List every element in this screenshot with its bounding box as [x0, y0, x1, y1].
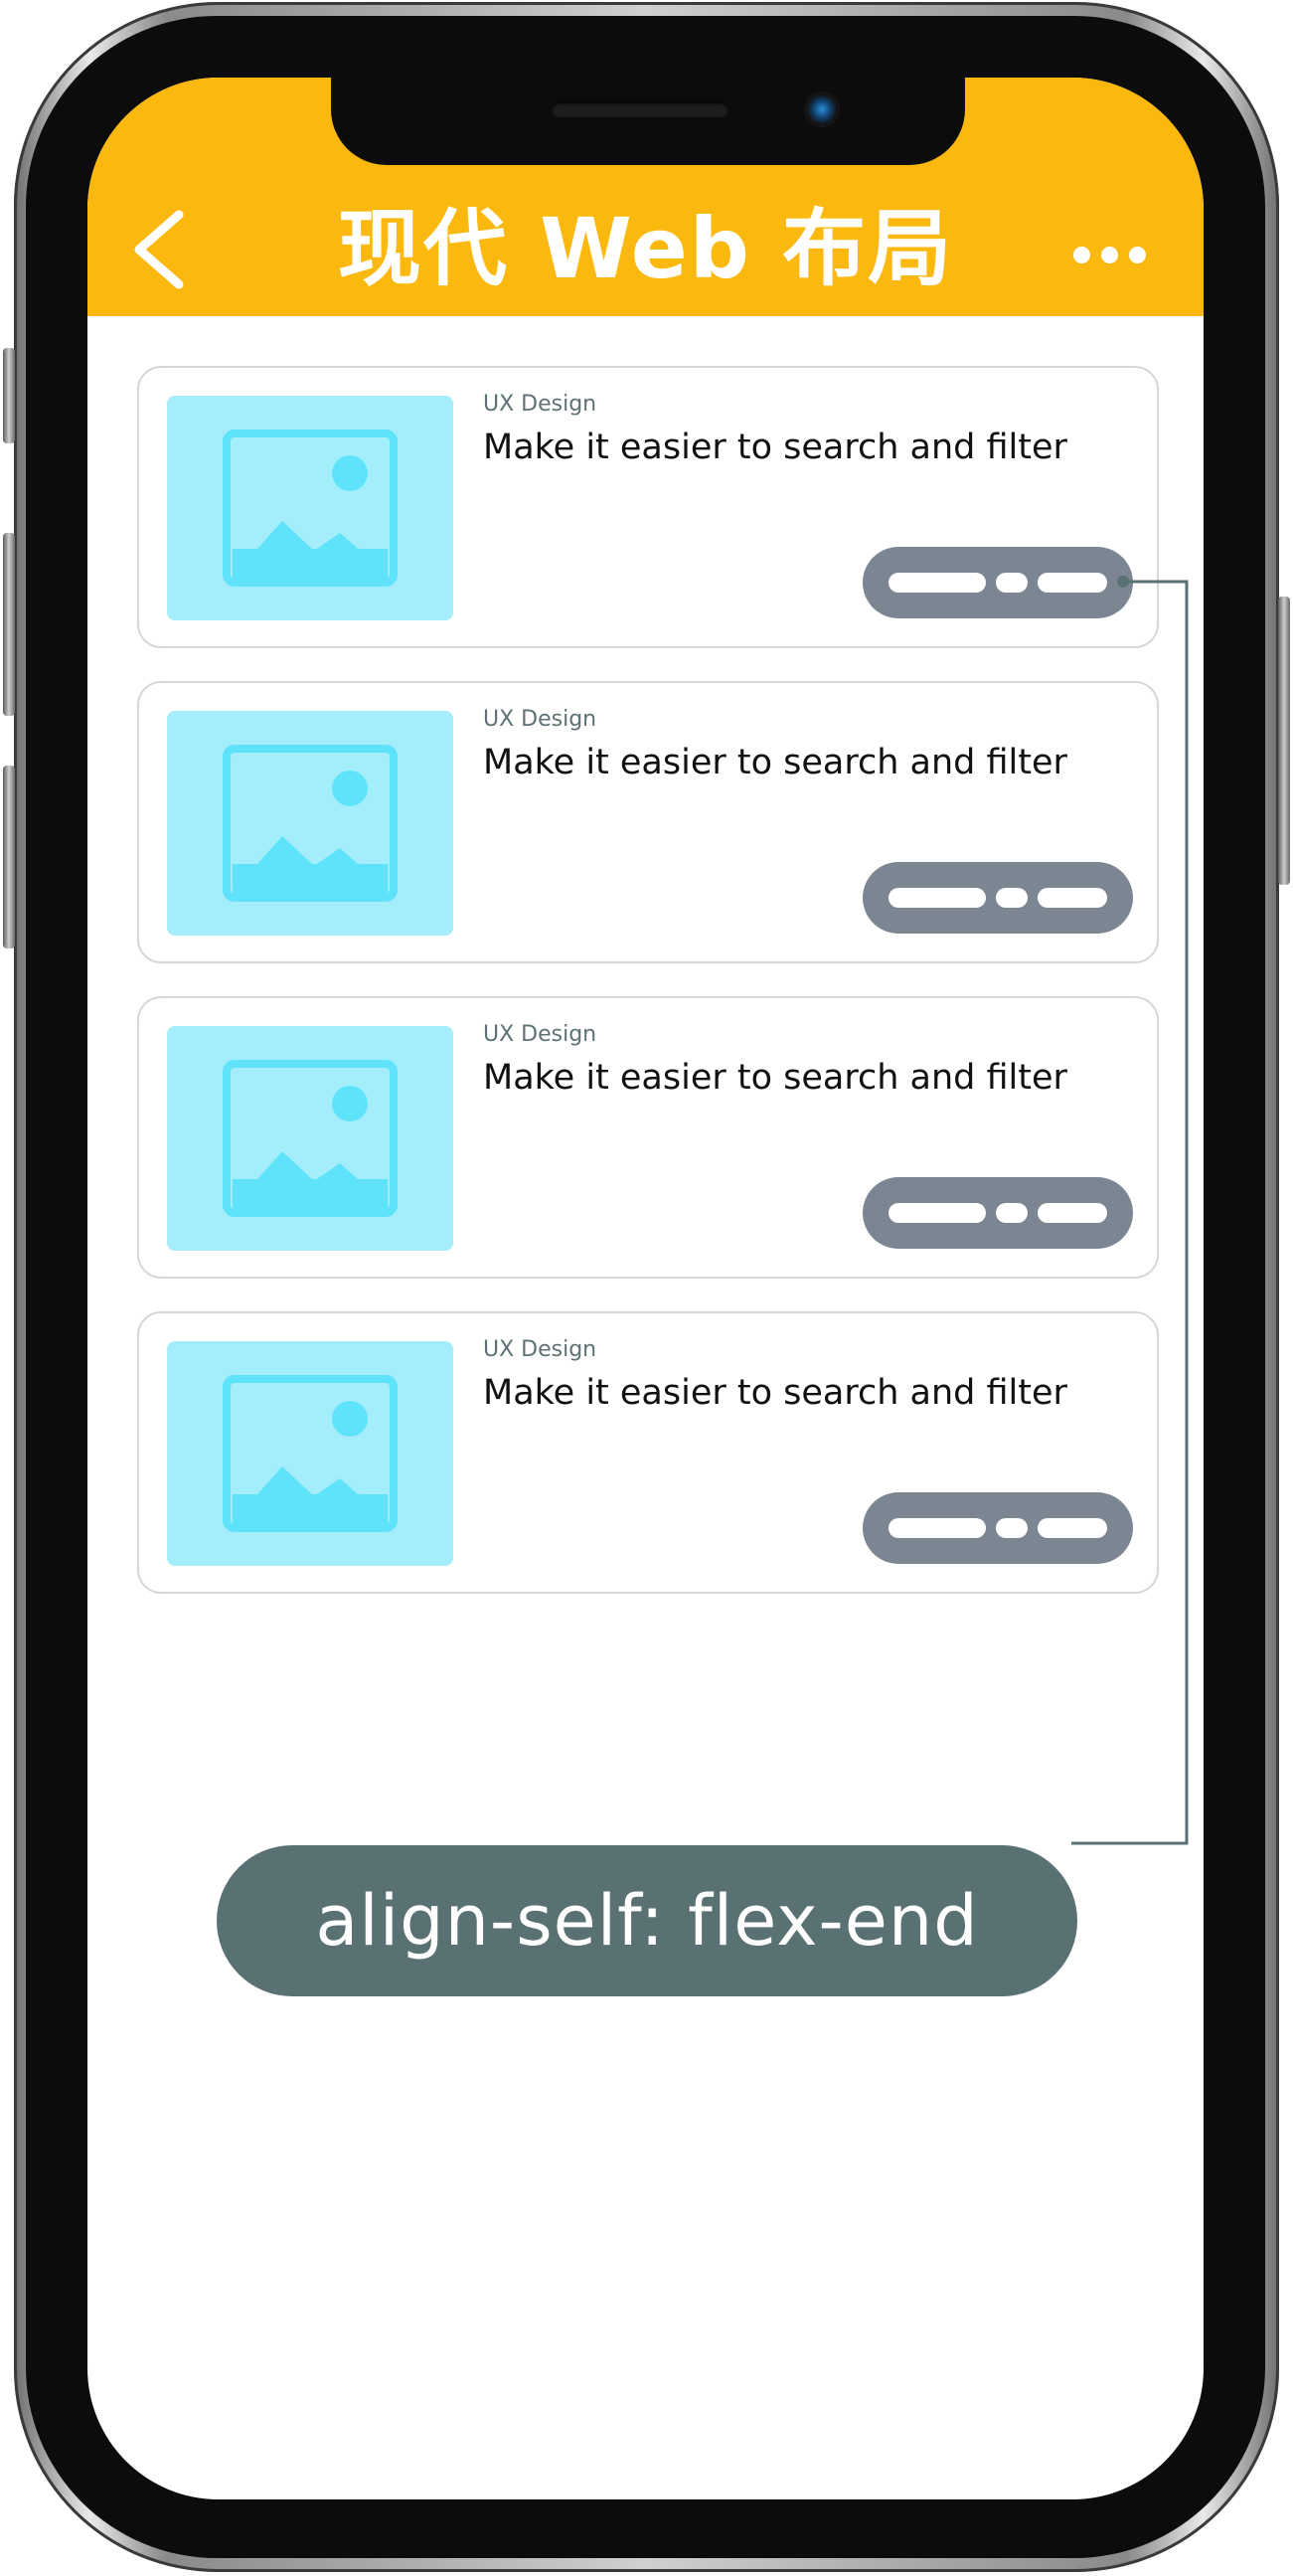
card-title: Make it easier to search and filter	[483, 743, 1067, 782]
more-button[interactable]	[1073, 235, 1153, 274]
list-card[interactable]: UX Design Make it easier to search and f…	[137, 996, 1159, 1279]
pill-segment	[889, 1518, 986, 1538]
card-category: UX Design	[483, 392, 597, 417]
list-card[interactable]: UX Design Make it easier to search and f…	[137, 1311, 1159, 1594]
phone-screen: 现代 Web 布局 UX Design Make it easier to se…	[87, 78, 1204, 2499]
image-placeholder-icon	[167, 711, 453, 936]
card-action-pill[interactable]	[863, 862, 1133, 934]
mute-switch	[3, 348, 15, 443]
pill-segment	[889, 888, 986, 908]
power-button	[1278, 597, 1290, 885]
css-annotation-label: align-self: flex-end	[217, 1845, 1077, 1996]
card-title: Make it easier to search and filter	[483, 1058, 1067, 1098]
pill-segment	[996, 888, 1028, 908]
card-category: UX Design	[483, 707, 597, 732]
pill-segment	[1038, 888, 1107, 908]
pill-segment	[996, 1203, 1028, 1223]
device-mockup: 现代 Web 布局 UX Design Make it easier to se…	[0, 0, 1293, 2576]
speaker-grille	[552, 101, 728, 117]
volume-down-button	[3, 766, 15, 948]
image-placeholder-icon	[167, 396, 453, 620]
pill-segment	[1038, 1518, 1107, 1538]
card-action-pill[interactable]	[863, 547, 1133, 618]
image-placeholder-icon	[167, 1026, 453, 1251]
page-title: 现代 Web 布局	[337, 200, 954, 297]
card-title: Make it easier to search and filter	[483, 1373, 1067, 1413]
card-title: Make it easier to search and filter	[483, 428, 1067, 467]
pill-segment	[996, 573, 1028, 593]
pill-segment	[1038, 1203, 1107, 1223]
pill-segment	[889, 1203, 986, 1223]
card-action-pill[interactable]	[863, 1492, 1133, 1564]
card-category: UX Design	[483, 1337, 597, 1362]
card-category: UX Design	[483, 1022, 597, 1047]
device-notch	[331, 78, 965, 165]
pill-segment	[889, 573, 986, 593]
card-list: UX Design Make it easier to search and f…	[137, 366, 1161, 1627]
image-placeholder-icon	[167, 1341, 453, 1566]
pill-segment	[996, 1518, 1028, 1538]
card-action-pill[interactable]	[863, 1177, 1133, 1249]
more-dot	[1129, 247, 1146, 263]
more-horizontal-icon	[1073, 247, 1090, 263]
more-dot	[1101, 247, 1118, 263]
volume-up-button	[3, 533, 15, 716]
list-card[interactable]: UX Design Make it easier to search and f…	[137, 681, 1159, 963]
pill-segment	[1038, 573, 1107, 593]
front-camera	[804, 91, 840, 127]
list-card[interactable]: UX Design Make it easier to search and f…	[137, 366, 1159, 648]
